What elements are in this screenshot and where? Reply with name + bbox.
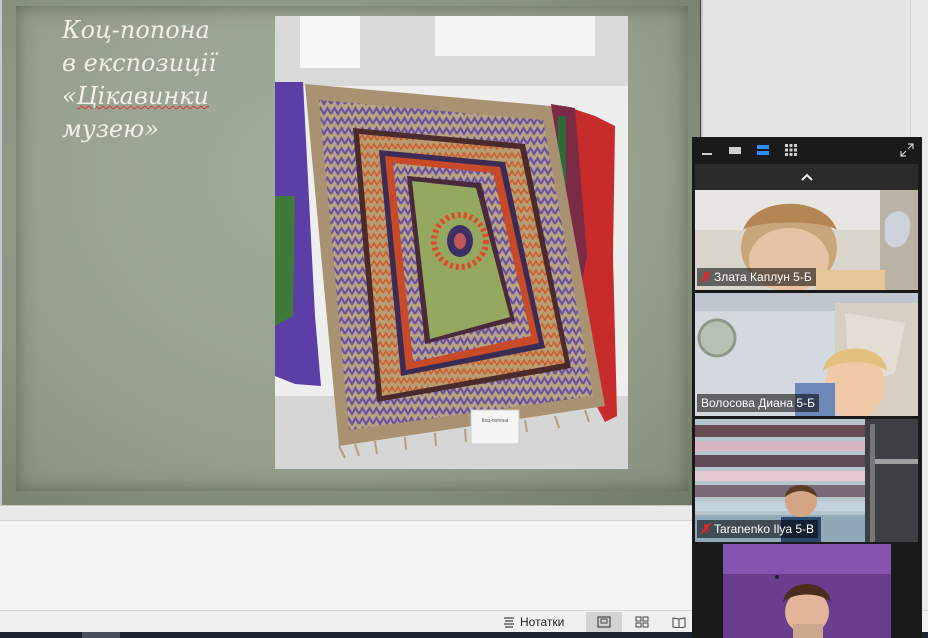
chevron-up-icon <box>800 173 813 181</box>
participant-tile[interactable] <box>695 544 918 638</box>
minimize-icon <box>702 153 712 155</box>
slide-title: Коц-попона в експозиції «Цікавинки музею… <box>62 14 262 146</box>
minimize-video-button[interactable] <box>699 143 715 157</box>
single-speaker-icon <box>729 147 741 154</box>
zoom-toolbar <box>692 137 922 163</box>
title-line-1: Коц-попона <box>62 16 210 44</box>
carpet-photo-illustration: Коц-попона <box>275 16 628 469</box>
participant-tile[interactable]: Злата Каплун 5-Б <box>695 190 918 290</box>
participant-name: Волосова Диана 5-Б <box>701 396 815 410</box>
speaker-view-button[interactable] <box>755 143 771 157</box>
slide-sorter-icon <box>635 616 649 628</box>
zoom-gallery-panel: Злата Каплун 5-Б Волосова Диана 5-Б Tara… <box>692 137 922 638</box>
gallery-view-button[interactable] <box>783 143 799 157</box>
participant-name-label: Злата Каплун 5-Б <box>697 268 816 286</box>
notes-label: Нотатки <box>520 615 565 629</box>
participant-tile[interactable]: Волосова Диана 5-Б <box>695 293 918 416</box>
photo-caption-card: Коц-попона <box>482 418 509 424</box>
taskbar-item[interactable] <box>82 632 120 638</box>
reading-view-icon <box>672 617 686 628</box>
normal-view-button[interactable] <box>586 612 622 632</box>
participant-tile[interactable]: Taranenko Ilya 5-В <box>695 419 918 542</box>
normal-view-icon <box>597 616 611 628</box>
expand-button[interactable] <box>899 143 915 157</box>
participant-name: Taranenko Ilya 5-В <box>714 522 815 536</box>
grid-icon <box>785 144 797 156</box>
title-line-2: в експозиції <box>62 49 217 77</box>
participant-name-label: Волосова Диана 5-Б <box>697 394 819 412</box>
slide-sorter-button[interactable] <box>624 612 660 632</box>
notes-button[interactable]: Нотатки <box>502 613 564 631</box>
participant-video <box>695 544 918 638</box>
title-quote-open: « <box>62 82 77 110</box>
notes-pane[interactable] <box>0 520 703 611</box>
title-line-3: «Цікавинки <box>62 80 262 113</box>
title-word-spellcheck: Цікавинки <box>76 82 209 110</box>
title-line-4: музею» <box>62 115 159 143</box>
muted-mic-icon <box>701 523 711 535</box>
scroll-up-button[interactable] <box>695 164 918 190</box>
notes-icon <box>504 617 514 628</box>
participant-name-label: Taranenko Ilya 5-В <box>697 520 819 538</box>
slide-photo: Коц-попона <box>275 16 628 469</box>
participant-name: Злата Каплун 5-Б <box>714 270 812 284</box>
speaker-view-icon <box>757 145 769 155</box>
muted-mic-icon <box>701 271 711 283</box>
hide-video-button[interactable] <box>727 143 743 157</box>
expand-icon <box>900 143 914 157</box>
slide-canvas: Коц-попона в експозиції «Цікавинки музею… <box>0 0 703 506</box>
